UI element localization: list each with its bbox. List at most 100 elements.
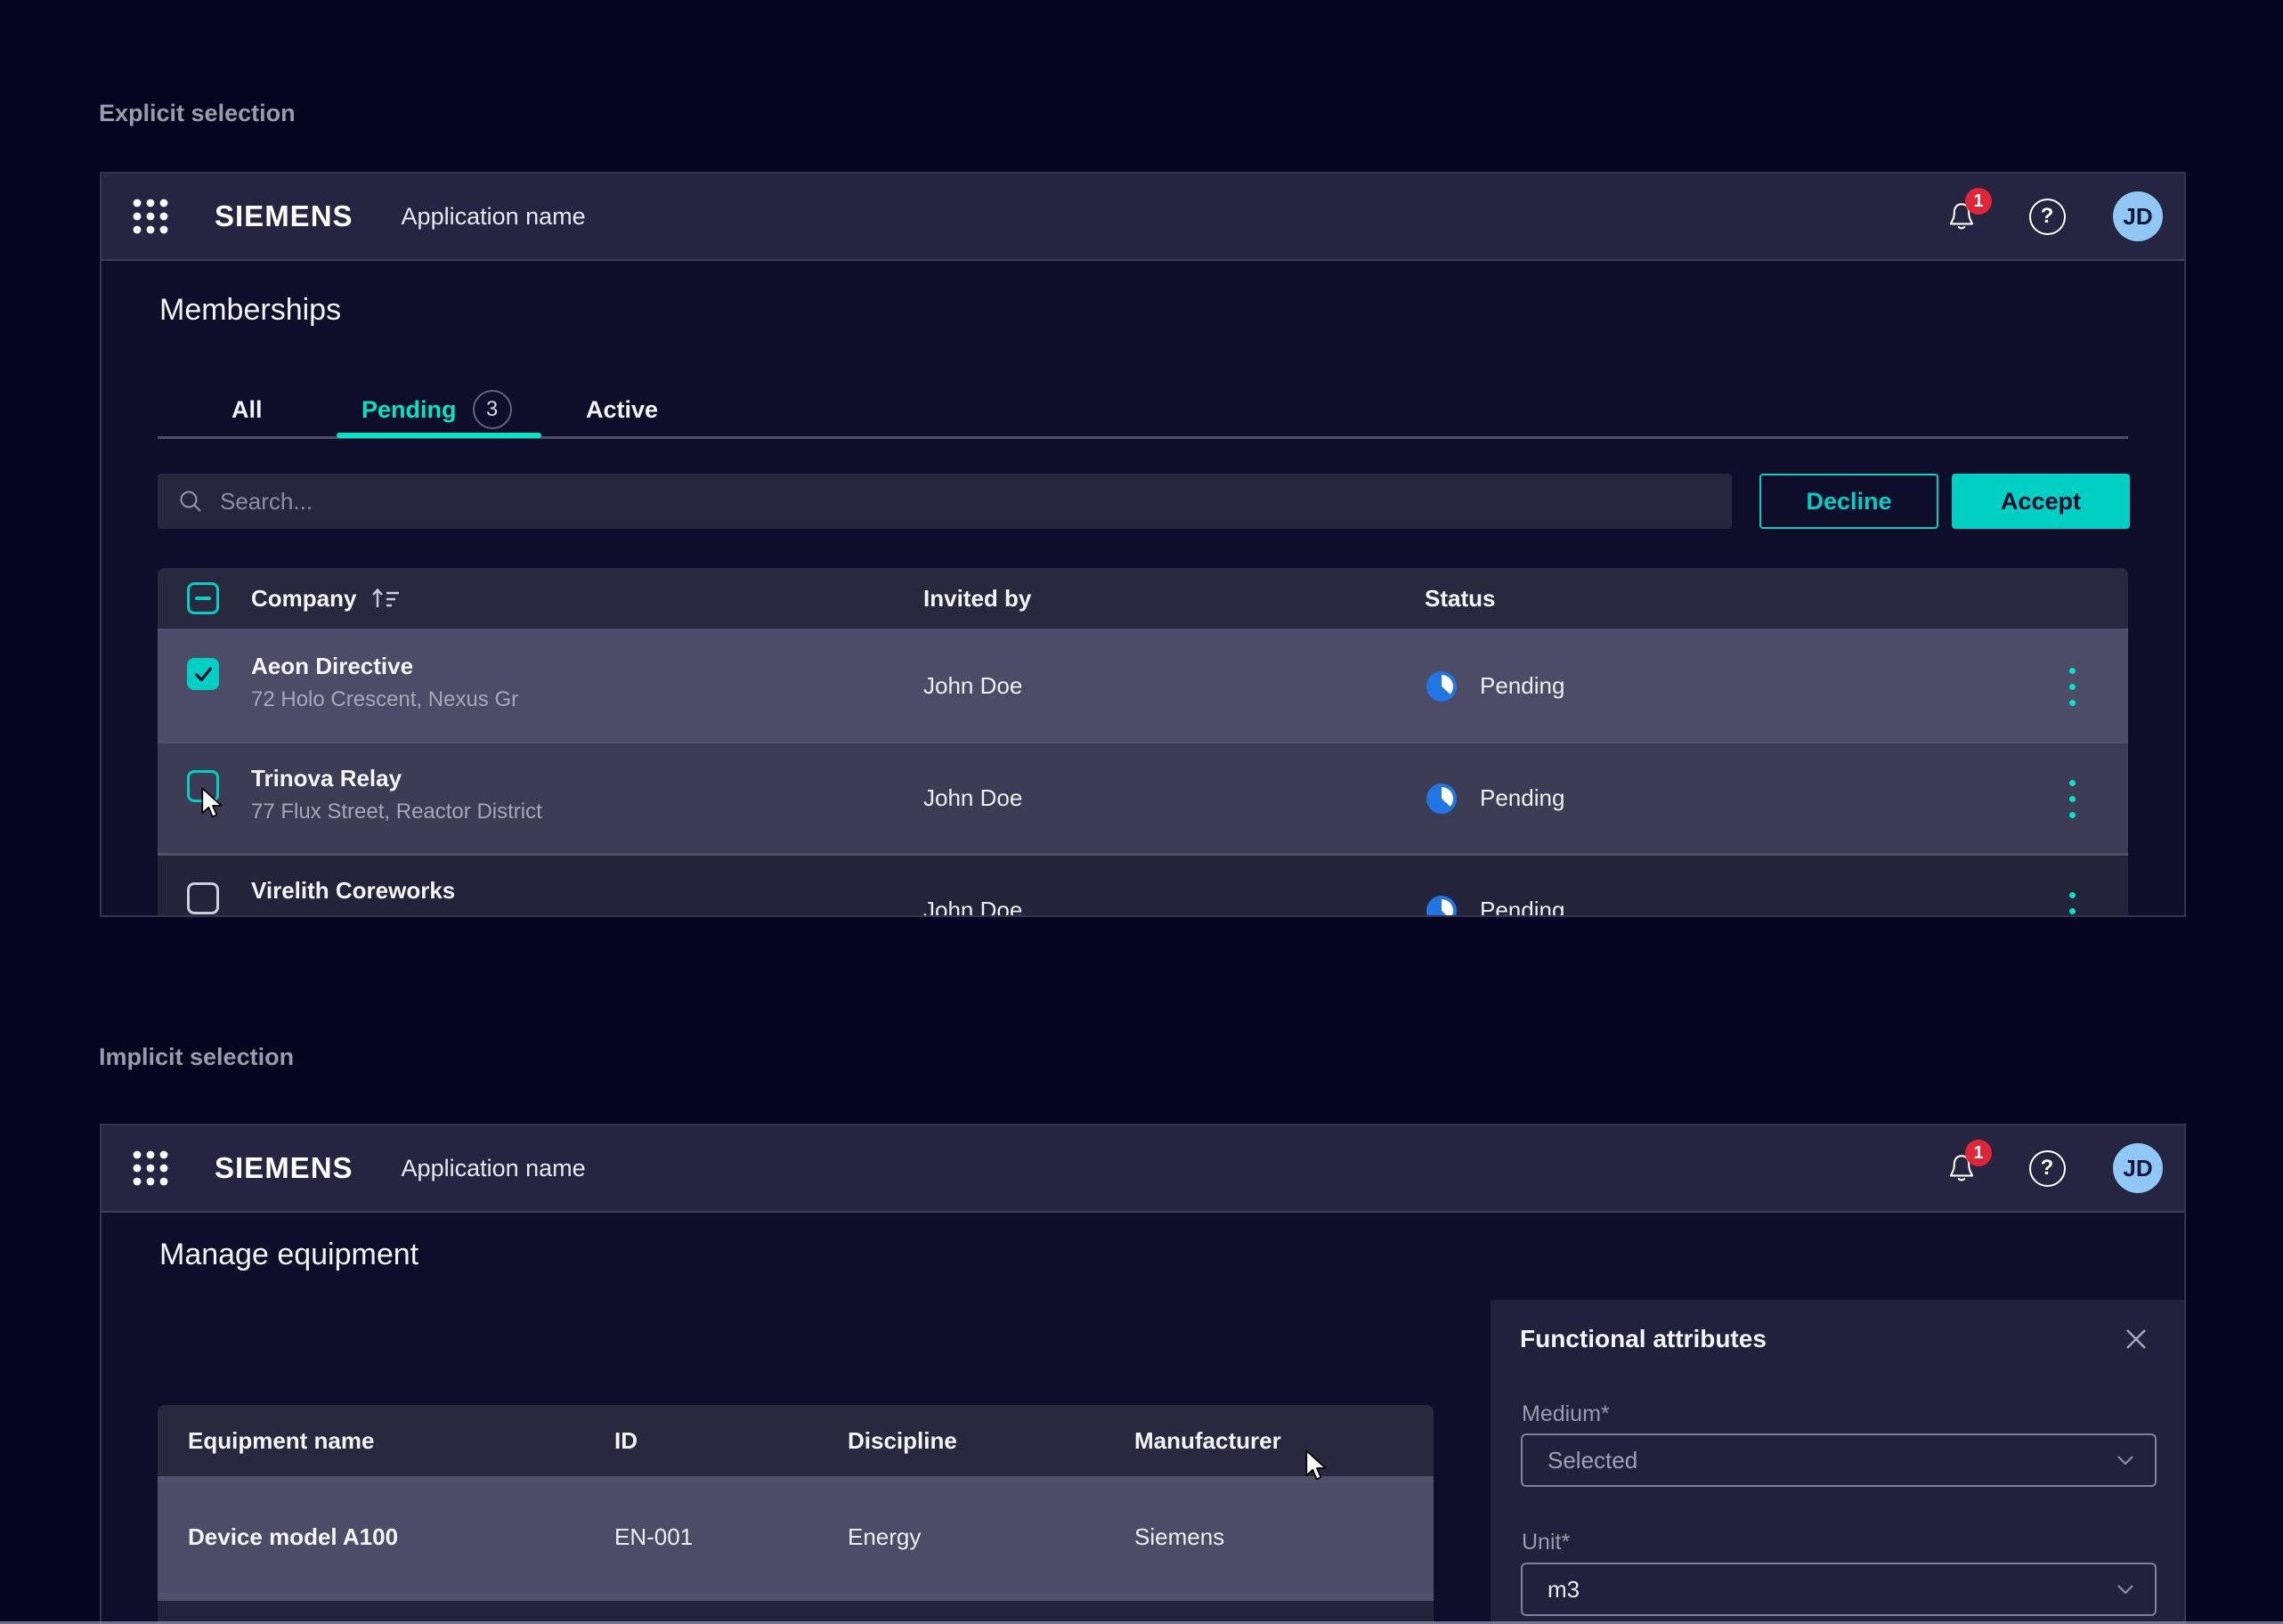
siemens-logo: SIEMENS	[215, 1151, 353, 1185]
column-header-status[interactable]: Status	[1425, 568, 1495, 629]
select-all-checkbox[interactable]	[187, 582, 219, 614]
company-address: 72 Holo Crescent, Nexus Gr	[251, 687, 518, 712]
active-tab-indicator	[337, 433, 541, 438]
search-bar[interactable]	[158, 474, 1732, 529]
row-menu-button[interactable]	[2059, 780, 2085, 818]
column-header-discipline[interactable]: Discipline	[848, 1405, 957, 1476]
tab-all-label: All	[232, 396, 263, 424]
id-cell: EN-001	[614, 1482, 693, 1592]
page-title: Manage equipment	[159, 1238, 418, 1272]
column-header-id[interactable]: ID	[614, 1405, 638, 1476]
pending-status-icon	[1426, 784, 1457, 814]
tab-active-label: Active	[586, 396, 658, 424]
tab-all[interactable]: All	[232, 389, 263, 430]
discipline-cell: Energy	[848, 1482, 921, 1592]
help-icon: ?	[2029, 1150, 2066, 1187]
mouse-cursor	[198, 787, 228, 821]
company-cell: Trinova Relay 77 Flux Street, Reactor Di…	[251, 765, 542, 824]
table-row-aeon-directive[interactable]: Aeon Directive 72 Holo Crescent, Nexus G…	[158, 631, 2128, 741]
memberships-content: Memberships All Pending 3 Active	[102, 261, 2184, 915]
unit-label: Unit*	[1522, 1530, 1570, 1555]
status-label: Pending	[1480, 897, 1564, 917]
siemens-logo: SIEMENS	[215, 199, 353, 233]
sort-ascending-icon	[369, 585, 404, 612]
section-label-implicit: Implicit selection	[99, 1043, 294, 1071]
table-header-row: Company Invited by Status	[158, 568, 2128, 629]
status-label: Pending	[1480, 784, 1564, 812]
invited-by-cell: John Doe	[923, 856, 1022, 917]
appbar-actions: 1 ? JD	[1942, 191, 2163, 241]
table-row-device-model-a100[interactable]: Device model A100 EN-001 Energy Siemens	[158, 1482, 1434, 1592]
medium-select[interactable]: Selected	[1521, 1433, 2157, 1487]
row-divider	[158, 1476, 1434, 1482]
notifications-button[interactable]: 1	[1942, 197, 1981, 236]
status-cell: Pending	[1426, 743, 1564, 853]
column-header-manufacturer[interactable]: Manufacturer	[1134, 1405, 1281, 1476]
chevron-down-icon	[2116, 1454, 2135, 1466]
status-cell: Pending	[1426, 856, 1564, 917]
application-name: Application name	[402, 203, 586, 231]
tab-pending-count-badge: 3	[473, 390, 512, 429]
tab-active[interactable]: Active	[586, 389, 658, 430]
page-title: Memberships	[159, 293, 341, 328]
avatar[interactable]: JD	[2113, 191, 2163, 241]
help-button[interactable]: ?	[2027, 197, 2067, 236]
equipment-window: SIEMENS Application name 1 ? JD Manage e…	[100, 1124, 2186, 1624]
company-header-label: Company	[251, 585, 356, 613]
chevron-down-icon	[2116, 1583, 2135, 1596]
equipment-content: Manage equipment Equipment name ID Disci…	[102, 1213, 2184, 1624]
section-label-explicit: Explicit selection	[99, 100, 296, 127]
row-menu-button[interactable]	[2059, 892, 2085, 917]
accept-button[interactable]: Accept	[1952, 474, 2130, 529]
functional-attributes-panel: Functional attributes Medium* Selected U…	[1491, 1300, 2184, 1624]
medium-value: Selected	[1548, 1447, 1637, 1474]
company-cell: Aeon Directive 72 Holo Crescent, Nexus G…	[251, 653, 518, 712]
tab-pending-label: Pending	[362, 396, 457, 424]
tab-pending[interactable]: Pending 3	[362, 389, 512, 430]
notification-badge: 1	[1965, 1140, 1992, 1166]
company-name: Trinova Relay	[251, 765, 542, 792]
manufacturer-cell: Siemens	[1134, 1482, 1224, 1592]
status-cell: Pending	[1426, 631, 1564, 741]
column-header-equipment-name[interactable]: Equipment name	[188, 1405, 374, 1476]
memberships-table: Company Invited by Status	[158, 568, 2128, 917]
invited-by-cell: John Doe	[923, 743, 1022, 853]
company-address: 77 Flux Street, Reactor District	[251, 800, 542, 824]
company-name: Aeon Directive	[251, 653, 518, 680]
table-row-trinova-relay[interactable]: Trinova Relay 77 Flux Street, Reactor Di…	[158, 743, 2128, 853]
mouse-cursor	[1302, 1449, 1332, 1483]
panel-title: Functional attributes	[1520, 1325, 1767, 1353]
pending-status-icon	[1426, 896, 1457, 918]
equipment-table: Equipment name ID Discipline Manufacture…	[158, 1405, 1434, 1624]
app-launcher-icon[interactable]	[131, 197, 170, 236]
row-checkbox-unchecked[interactable]	[187, 882, 219, 914]
status-header-label: Status	[1425, 585, 1495, 613]
app-bar: SIEMENS Application name 1 ? JD	[102, 1125, 2184, 1213]
appbar-actions: 1 ? JD	[1942, 1143, 2163, 1193]
equipment-name-cell: Device model A100	[188, 1482, 398, 1592]
notifications-button[interactable]: 1	[1942, 1149, 1981, 1188]
page: Explicit selection SIEMENS Application n…	[0, 0, 2283, 1624]
app-launcher-icon[interactable]	[131, 1149, 170, 1188]
notification-badge: 1	[1965, 188, 1992, 215]
column-header-invited-by[interactable]: Invited by	[923, 568, 1031, 629]
row-checkbox-checked[interactable]	[187, 658, 219, 690]
decline-button[interactable]: Decline	[1759, 474, 1938, 529]
panel-close-button[interactable]	[2120, 1323, 2152, 1355]
row-menu-button[interactable]	[2059, 668, 2085, 706]
medium-label: Medium*	[1522, 1401, 1610, 1427]
status-label: Pending	[1480, 672, 1564, 700]
avatar[interactable]: JD	[2113, 1143, 2163, 1193]
unit-select[interactable]: m3	[1521, 1563, 2157, 1616]
checkmark-icon	[191, 662, 215, 686]
search-icon	[177, 488, 204, 515]
table-row-virelith-coreworks[interactable]: Virelith Coreworks John Doe Pending	[158, 856, 2128, 917]
close-icon	[2122, 1325, 2150, 1353]
search-input[interactable]	[220, 488, 1619, 516]
column-header-company[interactable]: Company	[251, 568, 404, 629]
app-bar: SIEMENS Application name 1 ? JD	[102, 174, 2184, 261]
invited-by-cell: John Doe	[923, 631, 1022, 741]
help-button[interactable]: ?	[2027, 1149, 2067, 1188]
company-name: Virelith Coreworks	[251, 877, 455, 905]
company-cell: Virelith Coreworks	[251, 877, 455, 912]
